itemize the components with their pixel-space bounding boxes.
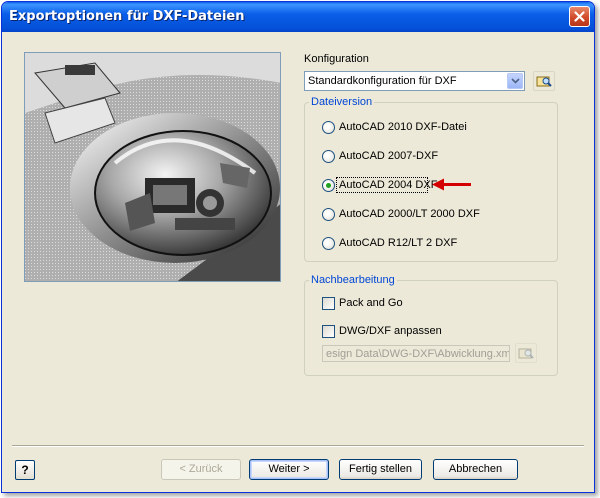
radio-autocad-2010[interactable] (322, 121, 335, 134)
finish-button[interactable]: Fertig stellen (339, 459, 422, 480)
customize-dwg-dxf-label[interactable]: DWG/DXF anpassen (339, 325, 442, 337)
mapping-file-browse-button[interactable] (515, 343, 537, 363)
file-version-title: Dateiversion (309, 96, 375, 108)
dialog-window: Exportoptionen für DXF-Dateien Konfigura… (1, 1, 595, 493)
back-button[interactable]: < Zurück (161, 459, 241, 480)
close-button[interactable] (569, 6, 590, 27)
next-button[interactable]: Weiter > (249, 459, 329, 480)
mapping-file-path-field[interactable]: esign Data\DWG-DXF\Abwicklung.xml (322, 345, 510, 362)
folder-search-icon (536, 76, 552, 87)
chevron-down-icon (510, 78, 520, 84)
configuration-browse-button[interactable] (533, 71, 555, 91)
help-icon: ? (21, 463, 29, 477)
preview-image (24, 52, 281, 282)
radio-label-autocad-2004[interactable]: AutoCAD 2004 DXF (339, 179, 437, 191)
title-bar[interactable]: Exportoptionen für DXF-Dateien (2, 2, 594, 32)
cancel-button[interactable]: Abbrechen (433, 459, 518, 480)
pack-and-go-label[interactable]: Pack and Go (339, 297, 403, 309)
configuration-label: Konfiguration (304, 53, 369, 65)
customize-dwg-dxf-checkbox[interactable] (322, 325, 335, 338)
radio-autocad-r12[interactable] (322, 237, 335, 250)
radio-autocad-2007[interactable] (322, 150, 335, 163)
configuration-selected-value: Standardkonfiguration für DXF (308, 75, 457, 87)
folder-search-icon (518, 348, 534, 359)
radio-autocad-2004[interactable] (322, 179, 335, 192)
radio-label-autocad-2010[interactable]: AutoCAD 2010 DXF-Datei (339, 121, 467, 133)
radio-label-autocad-2000[interactable]: AutoCAD 2000/LT 2000 DXF (339, 208, 480, 220)
radio-label-autocad-2007[interactable]: AutoCAD 2007-DXF (339, 150, 438, 162)
configuration-dropdown[interactable]: Standardkonfiguration für DXF (304, 71, 525, 91)
dropdown-button[interactable] (507, 73, 523, 89)
radio-autocad-2000[interactable] (322, 208, 335, 221)
help-button[interactable]: ? (15, 460, 35, 480)
window-title: Exportoptionen für DXF-Dateien (9, 9, 245, 24)
radio-label-autocad-r12[interactable]: AutoCAD R12/LT 2 DXF (339, 237, 457, 249)
close-icon (574, 11, 585, 22)
red-arrow-icon (432, 178, 471, 191)
post-processing-title: Nachbearbeitung (309, 274, 397, 286)
pack-and-go-checkbox[interactable] (322, 297, 335, 310)
footer-separator (12, 445, 584, 447)
